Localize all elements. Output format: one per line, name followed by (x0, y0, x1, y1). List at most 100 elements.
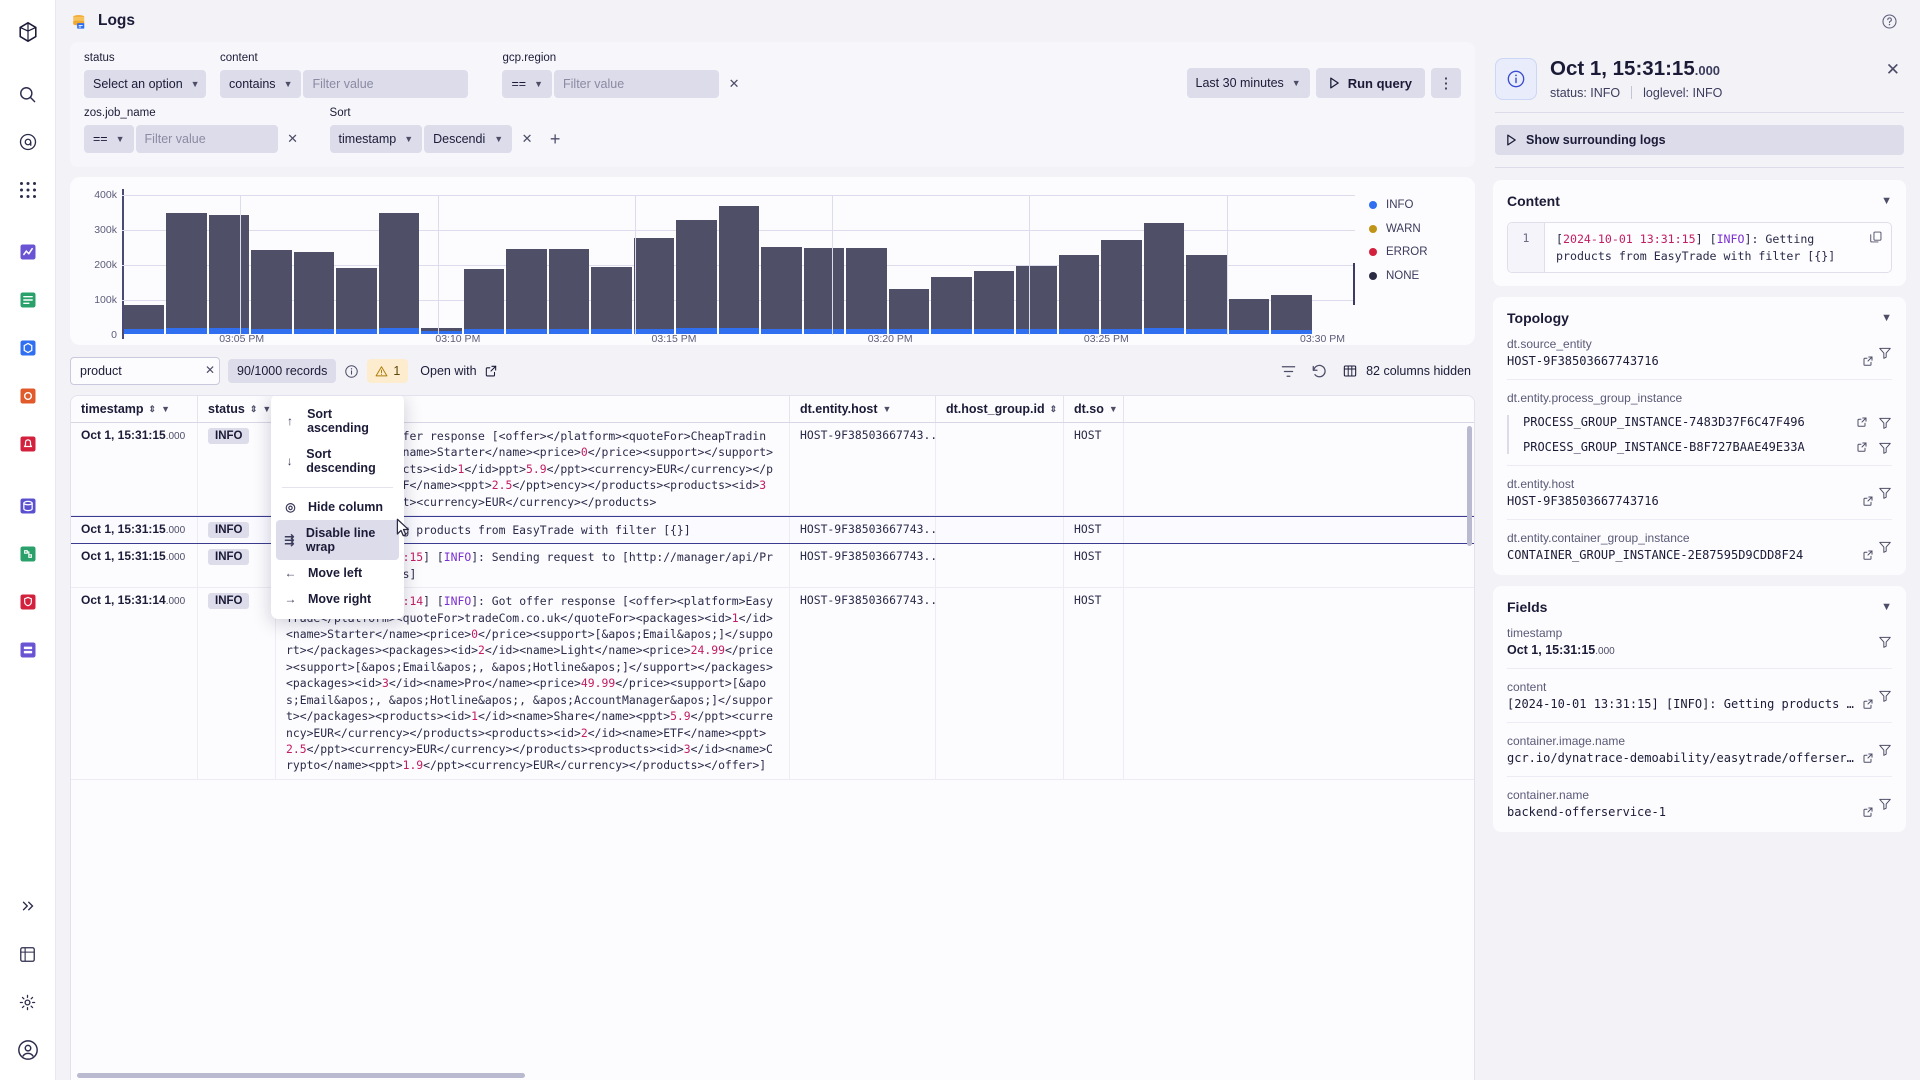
avatar-icon[interactable] (8, 1030, 48, 1070)
filter-icon[interactable] (1878, 743, 1892, 756)
filter-icon[interactable] (1878, 441, 1892, 454)
kubernetes-icon[interactable] (8, 328, 48, 368)
filter-icon[interactable] (1878, 416, 1892, 429)
run-query-button[interactable]: Run query (1316, 68, 1425, 98)
dynatrace-logo-icon[interactable] (8, 12, 48, 52)
close-panel-icon[interactable]: ✕ (1882, 58, 1904, 82)
chart-bar[interactable] (1015, 195, 1057, 335)
open-entity-icon[interactable] (1862, 752, 1874, 764)
filter-icon[interactable] (1878, 689, 1892, 702)
menu-item-sort-descending[interactable]: ↓Sort descending (271, 441, 404, 481)
time-range-select[interactable]: Last 30 minutes ▼ (1187, 68, 1310, 98)
chart-bar[interactable] (590, 195, 632, 335)
zos-operator-select[interactable]: == ▼ (84, 125, 134, 153)
chevron-down-icon[interactable]: ▼ (262, 404, 271, 414)
expand-rail-icon[interactable] (8, 886, 48, 926)
filter-icon[interactable] (1878, 346, 1892, 359)
dashboards-icon[interactable] (8, 232, 48, 272)
clear-search-icon[interactable]: ✕ (205, 363, 215, 377)
content-operator-select[interactable]: contains ▼ (220, 70, 301, 98)
remove-sort-button[interactable]: ✕ (514, 125, 540, 153)
add-filter-button[interactable]: + (542, 125, 568, 153)
chevron-down-icon[interactable]: ▼ (161, 404, 170, 414)
chart-bar[interactable] (1313, 195, 1355, 335)
menu-item-sort-ascending[interactable]: ↑Sort ascending (271, 401, 404, 441)
chart-bar[interactable] (760, 195, 802, 335)
query-more-options-button[interactable]: ⋮ (1431, 68, 1461, 98)
chart-bar[interactable] (505, 195, 547, 335)
column-header-dt-entity-host[interactable]: dt.entity.host▼ (790, 396, 936, 422)
open-entity-icon[interactable] (1862, 698, 1874, 710)
chart-bar[interactable] (420, 195, 462, 335)
chart-bar[interactable] (803, 195, 845, 335)
show-surrounding-logs-button[interactable]: Show surrounding logs (1495, 125, 1904, 155)
filter-icon[interactable] (1878, 635, 1892, 648)
open-entity-icon[interactable] (1862, 495, 1874, 507)
remove-gcp-filter-button[interactable]: ✕ (721, 70, 747, 98)
copy-icon[interactable] (1869, 230, 1883, 244)
chart-bar[interactable] (1270, 195, 1312, 335)
chevron-down-icon[interactable]: ▼ (1881, 195, 1892, 207)
filter-icon[interactable] (1878, 540, 1892, 553)
filter-icon[interactable] (1878, 797, 1892, 810)
legend-item-none[interactable]: NONE (1369, 268, 1465, 285)
sort-direction-select[interactable]: Descendi... ▼ (424, 125, 512, 153)
chevron-down-icon[interactable]: ▼ (1881, 312, 1892, 324)
chart-bar[interactable] (1143, 195, 1185, 335)
notebooks-icon[interactable] (8, 280, 48, 320)
info-icon[interactable] (344, 364, 359, 379)
hosts-icon[interactable] (8, 630, 48, 670)
alerts-bell-icon[interactable] (8, 424, 48, 464)
columns-hidden-button[interactable]: 82 columns hidden (1342, 363, 1471, 379)
open-entity-icon[interactable] (1862, 549, 1874, 561)
filter-icon[interactable] (1878, 486, 1892, 499)
davis-ai-icon[interactable] (8, 122, 48, 162)
table-horizontal-scrollbar[interactable] (77, 1073, 525, 1078)
search-input[interactable] (70, 357, 220, 385)
chart-bar[interactable] (633, 195, 675, 335)
open-entity-icon[interactable] (1856, 441, 1868, 453)
open-with-button[interactable]: Open with (420, 364, 497, 378)
chart-bar[interactable] (888, 195, 930, 335)
workflows-icon[interactable] (8, 534, 48, 574)
chart-bar[interactable] (548, 195, 590, 335)
open-entity-icon[interactable] (1862, 355, 1874, 367)
column-header-status[interactable]: status⇕▼ (198, 396, 276, 422)
chart-bar[interactable] (293, 195, 335, 335)
search-icon[interactable] (8, 74, 48, 114)
status-operator-select[interactable]: Select an option ▼ (84, 70, 206, 98)
chart-plot-area[interactable] (122, 189, 1355, 339)
sort-icon[interactable]: ⇕ (250, 404, 258, 415)
open-entity-icon[interactable] (1856, 416, 1868, 428)
menu-item-move-right[interactable]: →Move right (271, 586, 404, 612)
chevron-down-icon[interactable]: ▼ (1881, 601, 1892, 613)
help-icon[interactable] (1881, 13, 1898, 30)
sort-field-select[interactable]: timestamp ▼ (330, 125, 423, 153)
column-header-dt-so[interactable]: dt.so▼ (1064, 396, 1124, 422)
chart-bar[interactable] (1185, 195, 1227, 335)
menu-item-disable-line-wrap[interactable]: ⇶Disable line wrap (276, 520, 399, 560)
database-icon[interactable] (8, 486, 48, 526)
chart-bar[interactable] (165, 195, 207, 335)
chart-bar[interactable] (335, 195, 377, 335)
reset-icon[interactable] (1311, 363, 1328, 380)
column-header-timestamp[interactable]: timestamp⇕▼ (71, 396, 198, 422)
chart-bar[interactable] (718, 195, 760, 335)
chart-bar[interactable] (123, 195, 165, 335)
gcp-value-input[interactable] (554, 70, 719, 98)
zos-value-input[interactable] (136, 125, 278, 153)
gcp-operator-select[interactable]: == ▼ (502, 70, 552, 98)
chart-bar[interactable] (463, 195, 505, 335)
chevron-down-icon[interactable]: ▼ (883, 404, 892, 414)
column-header-dt-host_group-id[interactable]: dt.host_group.id⇕▼ (936, 396, 1064, 422)
chart-bar[interactable] (675, 195, 717, 335)
services-icon[interactable] (8, 376, 48, 416)
chart-bar[interactable] (1058, 195, 1100, 335)
sort-icon[interactable]: ⇕ (1050, 404, 1058, 415)
chart-bar[interactable] (1228, 195, 1270, 335)
apps-grid-icon[interactable] (8, 170, 48, 210)
table-vertical-scrollbar[interactable] (1467, 426, 1472, 546)
chevron-down-icon[interactable]: ▼ (1109, 404, 1118, 414)
gear-icon[interactable] (8, 982, 48, 1022)
legend-item-error[interactable]: ERROR (1369, 244, 1465, 261)
